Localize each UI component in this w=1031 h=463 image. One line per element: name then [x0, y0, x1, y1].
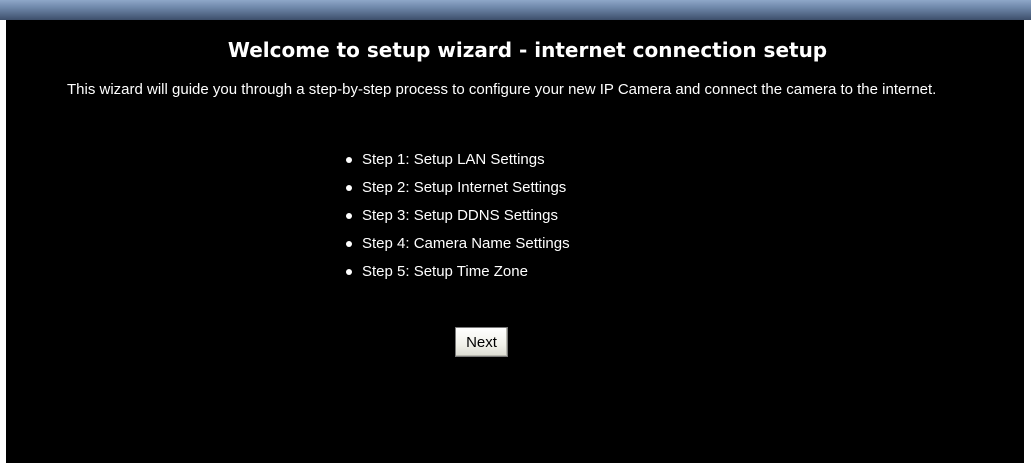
bullet-icon — [346, 269, 352, 275]
step-item: Step 4: Camera Name Settings — [344, 232, 570, 260]
intro-text: This wizard will guide you through a ste… — [67, 81, 937, 98]
steps-list: Step 1: Setup LAN Settings Step 2: Setup… — [344, 148, 570, 288]
step-label: Step 5: Setup Time Zone — [362, 263, 528, 280]
top-bar — [0, 0, 1031, 20]
bullet-icon — [346, 213, 352, 219]
wizard-panel: Welcome to setup wizard - internet conne… — [6, 20, 1024, 463]
wizard-window: Welcome to setup wizard - internet conne… — [0, 0, 1031, 463]
step-item: Step 5: Setup Time Zone — [344, 260, 570, 288]
bullet-icon — [346, 185, 352, 191]
step-label: Step 1: Setup LAN Settings — [362, 151, 545, 168]
bullet-icon — [346, 157, 352, 163]
step-item: Step 2: Setup Internet Settings — [344, 176, 570, 204]
bullet-icon — [346, 241, 352, 247]
page-title: Welcome to setup wizard - internet conne… — [227, 38, 828, 62]
step-label: Step 4: Camera Name Settings — [362, 235, 570, 252]
step-label: Step 2: Setup Internet Settings — [362, 179, 567, 196]
next-button[interactable]: Next — [455, 327, 508, 357]
step-item: Step 1: Setup LAN Settings — [344, 148, 570, 176]
step-item: Step 3: Setup DDNS Settings — [344, 204, 570, 232]
step-label: Step 3: Setup DDNS Settings — [362, 207, 558, 224]
